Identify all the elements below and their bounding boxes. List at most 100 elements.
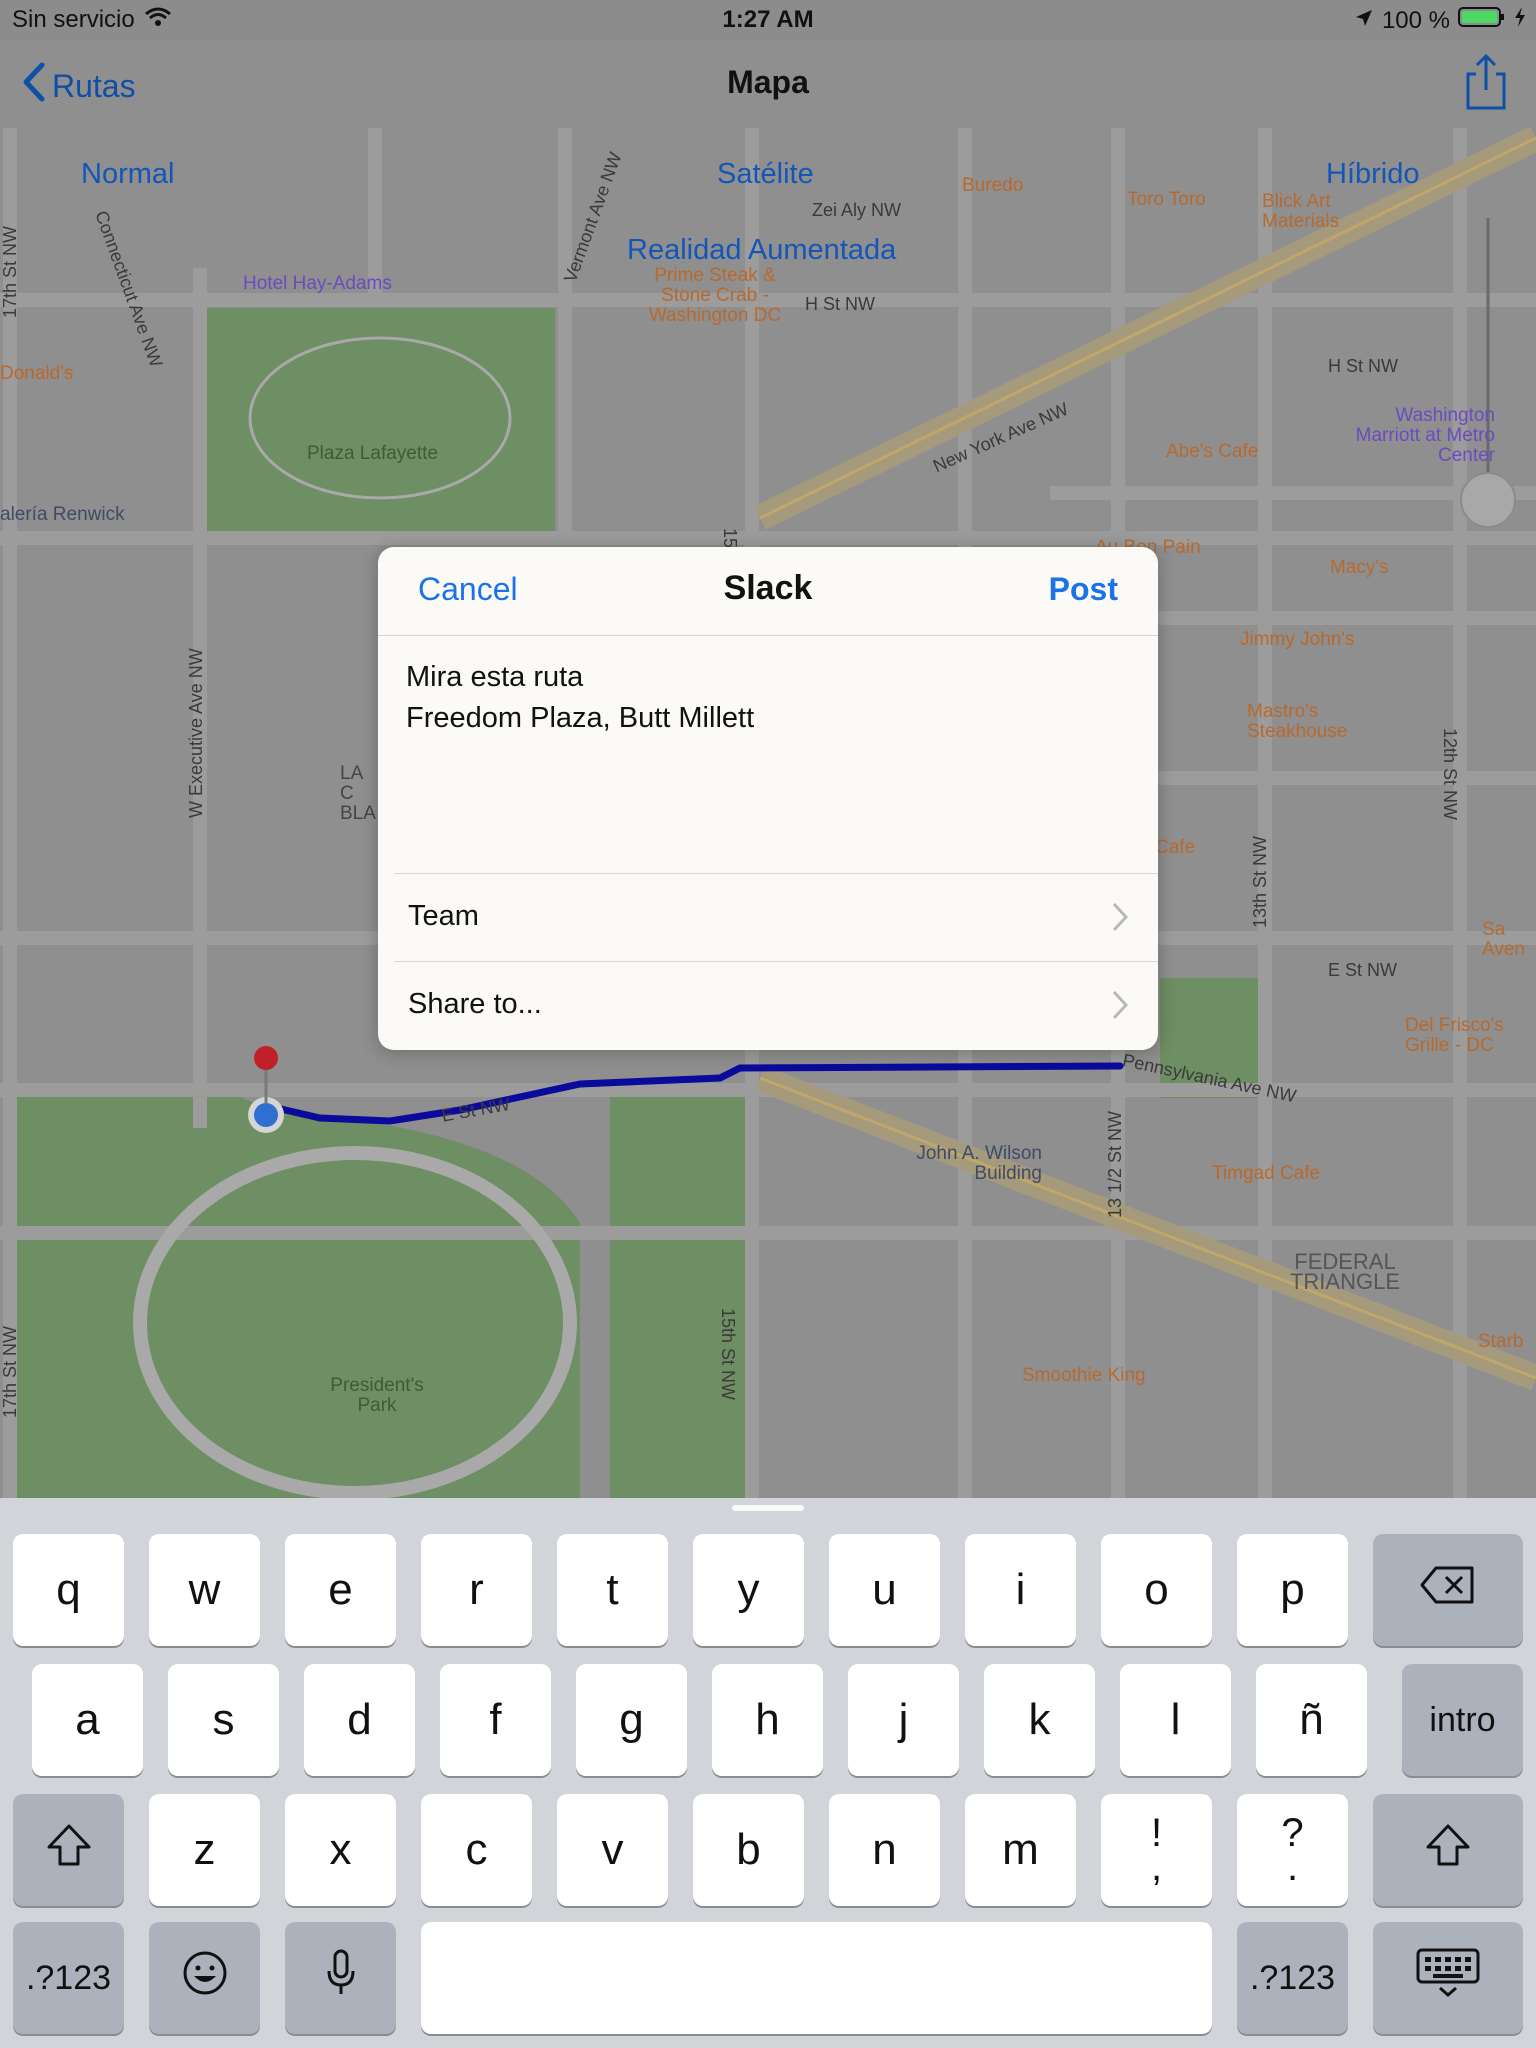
dialog-header: Cancel Slack Post [378,547,1158,636]
space-key[interactable] [421,1922,1212,2034]
slack-share-dialog: Cancel Slack Post Mira esta ruta Freedom… [378,547,1158,1050]
location-arrow-icon [1354,7,1374,35]
key-o[interactable]: o [1101,1534,1212,1646]
poi-label[interactable]: Timgad Cafe [1212,1164,1320,1184]
message-textarea[interactable]: Mira esta ruta Freedom Plaza, Butt Mille… [406,657,754,739]
key-n[interactable]: n [829,1794,940,1906]
dictation-key[interactable] [285,1922,396,2034]
chevron-right-icon [1110,900,1130,934]
key-l[interactable]: l [1120,1664,1231,1776]
poi-label[interactable]: Hotel Hay-Adams [243,274,392,294]
key-p[interactable]: p [1237,1534,1348,1646]
key-x[interactable]: x [285,1794,396,1906]
share-icon [1456,53,1516,116]
key-d[interactable]: d [304,1664,415,1776]
battery-icon [1458,6,1506,35]
poi-label[interactable]: Abe's Cafe [1166,442,1258,462]
key-w[interactable]: w [149,1534,260,1646]
share-to-label: Share to... [408,988,542,1020]
poi-label[interactable]: Starb [1478,1332,1536,1352]
key-e[interactable]: e [285,1534,396,1646]
poi-label[interactable]: Plaza Lafayette [307,444,438,464]
poi-label[interactable]: Washington Marriott at Metro Center [1355,406,1495,466]
dialog-title: Slack [723,569,813,607]
street-label: H St NW [1328,356,1398,376]
shift-key-right[interactable] [1373,1794,1523,1906]
poi-label[interactable]: FEDERAL TRIANGLE [1275,1251,1415,1293]
page-title: Mapa [727,64,809,100]
share-button[interactable] [1456,52,1516,112]
key-n-tilde[interactable]: ñ [1256,1664,1367,1776]
keyboard-grabber[interactable] [732,1505,804,1511]
poi-label[interactable]: Smoothie King [1022,1366,1146,1386]
poi-label[interactable]: Sa Aven [1482,920,1536,960]
key-k[interactable]: k [984,1664,1095,1776]
team-label: Team [408,900,479,932]
street-label: H St NW [805,294,875,314]
map-type-hybrid[interactable]: Híbrido [1326,158,1420,191]
street-label: 17th St NW [0,1325,20,1418]
emoji-key[interactable] [149,1922,260,2034]
poi-label[interactable]: Cafe [1155,838,1195,858]
street-label: 13 1/2 St NW [1105,1110,1125,1218]
key-f[interactable]: f [440,1664,551,1776]
share-to-row[interactable]: Share to... [394,961,1158,1048]
key-j[interactable]: j [848,1664,959,1776]
poi-label[interactable]: Toro Toro [1127,190,1206,210]
key-exclamation-comma[interactable]: ! , [1101,1794,1212,1906]
poi-label[interactable]: Prime Steak & Stone Crab - Washington DC [635,266,795,326]
key-u[interactable]: u [829,1534,940,1646]
message-line: Mira esta ruta [406,661,584,693]
key-b[interactable]: b [693,1794,804,1906]
key-s[interactable]: s [168,1664,279,1776]
street-label: 17th St NW [0,225,20,318]
poi-label[interactable]: Donald's [0,364,73,384]
street-label: Zei Aly NW [812,200,902,220]
delete-key[interactable] [1373,1534,1523,1646]
street-label: W Executive Ave NW [186,648,206,818]
poi-label[interactable]: alería Renwick [0,505,125,525]
poi-label[interactable]: John A. Wilson Building [882,1144,1042,1184]
key-h[interactable]: h [712,1664,823,1776]
street-label: E St NW [1328,960,1398,980]
map-type-normal[interactable]: Normal [81,158,174,191]
shift-key-left[interactable] [13,1794,124,1906]
key-q[interactable]: q [13,1534,124,1646]
post-button[interactable]: Post [1049,571,1118,608]
return-key[interactable]: intro [1402,1664,1523,1776]
key-i[interactable]: i [965,1534,1076,1646]
street-label: 12th St NW [1440,728,1460,821]
poi-label[interactable]: Macy's [1330,558,1389,578]
key-g[interactable]: g [576,1664,687,1776]
key-v[interactable]: v [557,1794,668,1906]
team-row[interactable]: Team [394,873,1158,960]
map-type-ar[interactable]: Realidad Aumentada [627,234,896,267]
key-r[interactable]: r [421,1534,532,1646]
delete-icon [1420,1565,1476,1616]
key-t[interactable]: t [557,1534,668,1646]
poi-label[interactable]: Del Frisco's Grille - DC [1405,1016,1525,1056]
poi-label[interactable]: LA C BLA [340,764,380,824]
map-type-satellite[interactable]: Satélite [717,158,814,191]
chevron-right-icon [1110,988,1130,1022]
street-label: 13th St NW [1250,835,1270,928]
poi-label[interactable]: Mastro's Steakhouse [1247,702,1347,742]
key-m[interactable]: m [965,1794,1076,1906]
numbers-key-right[interactable]: .?123 [1237,1922,1348,2034]
key-question-period[interactable]: ? . [1237,1794,1348,1906]
microphone-icon [325,1949,357,2008]
poi-label[interactable]: Blick Art Materials [1262,192,1372,232]
battery-percent: 100 % [1381,6,1450,34]
navigation-bar: Rutas Mapa [0,40,1536,129]
key-bottom-char: , [1150,1845,1163,1889]
poi-label[interactable]: Buredo [962,176,1023,196]
key-y[interactable]: y [693,1534,804,1646]
key-a[interactable]: a [32,1664,143,1776]
poi-label[interactable]: President's Park [312,1376,442,1416]
hide-keyboard-key[interactable] [1373,1922,1523,2034]
emoji-icon [182,1950,228,2007]
numbers-key-left[interactable]: .?123 [13,1922,124,2034]
poi-label[interactable]: Jimmy John's [1240,630,1354,650]
key-z[interactable]: z [149,1794,260,1906]
key-c[interactable]: c [421,1794,532,1906]
